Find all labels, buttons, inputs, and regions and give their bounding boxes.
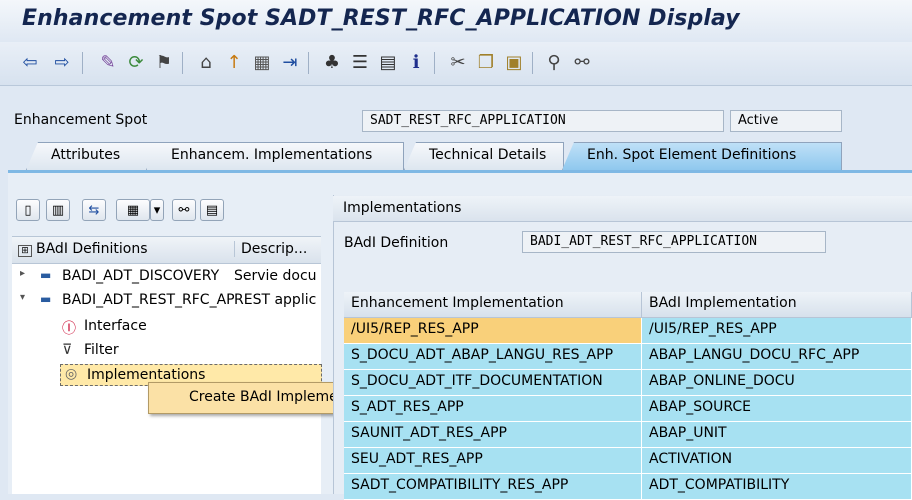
col-description[interactable]: Descrip...: [234, 241, 321, 257]
back-arrow-icon[interactable]: ⇦: [18, 52, 42, 74]
tree-item-desc: REST applic: [234, 292, 317, 308]
window-title-bar: Enhancement Spot SADT_REST_RFC_APPLICATI…: [0, 0, 912, 42]
layout-icon[interactable]: ☰: [348, 52, 372, 74]
cell-badi-implementation[interactable]: ABAP_SOURCE: [642, 396, 912, 422]
tree-item-label: Interface: [84, 318, 147, 334]
navigation-window-icon[interactable]: ▦: [250, 52, 274, 74]
toolbar-separator: [532, 52, 533, 74]
cell-badi-implementation[interactable]: /UI5/REP_RES_APP: [642, 318, 912, 344]
table-row[interactable]: SEU_ADT_RES_APP ACTIVATION: [344, 448, 912, 474]
table-row[interactable]: S_DOCU_ADT_ITF_DOCUMENTATION ABAP_ONLINE…: [344, 370, 912, 396]
tree-item-badi-discovery[interactable]: ▸ ▬ BADI_ADT_DISCOVERY Servie docu: [12, 266, 321, 288]
badi-definition-icon: ▬: [40, 292, 52, 306]
implementations-icon: ◎: [65, 366, 78, 382]
expand-arrow-icon[interactable]: ▸: [20, 268, 25, 279]
cell-badi-implementation[interactable]: ABAP_ONLINE_DOCU: [642, 370, 912, 396]
where-used-icon[interactable]: ⌂: [194, 52, 218, 74]
tree-item-interface[interactable]: Ⓘ Interface: [12, 316, 321, 338]
tree-item-label: BADI_ADT_DISCOVERY: [62, 268, 220, 284]
cell-badi-implementation[interactable]: ACTIVATION: [642, 448, 912, 474]
badi-definition-icon: ▬: [40, 268, 52, 282]
window-title: Enhancement Spot SADT_REST_RFC_APPLICATI…: [22, 6, 740, 31]
tree-item-label: BADI_ADT_REST_RFC_APPLICATION: [62, 292, 234, 308]
tree-item-label: Implementations: [87, 367, 206, 383]
tree-header: ⊞ BAdI Definitions Descrip...: [12, 236, 321, 264]
tree-item-badi-rest-rfc[interactable]: ▾ ▬ BADI_ADT_REST_RFC_APPLICATION REST a…: [12, 290, 321, 312]
table-row[interactable]: /UI5/REP_RES_APP /UI5/REP_RES_APP: [344, 318, 912, 344]
cell-enhancement-implementation[interactable]: /UI5/REP_RES_APP: [344, 318, 642, 344]
delete-icon[interactable]: ▥: [46, 199, 70, 221]
cell-badi-implementation[interactable]: ADT_COMPATIBILITY: [642, 474, 912, 500]
tab-label: Enh. Spot Element Definitions: [587, 147, 797, 163]
tab-technical-details[interactable]: Technical Details: [404, 142, 564, 170]
filter-icon: ⊽: [62, 342, 73, 358]
application-toolbar: ⇦ ⇨ ✎ ⟳ ⚑ ⌂ ↑ ▦ ⇥ ♣ ☰ ▤ ℹ ✂ ❐ ▣ ⚲ ⚯: [0, 42, 912, 86]
tab-label: Enhancem. Implementations: [171, 147, 373, 163]
object-list-icon[interactable]: ↑: [222, 52, 246, 74]
new-definition-icon[interactable]: ▯: [16, 199, 40, 221]
cell-enhancement-implementation[interactable]: S_DOCU_ADT_ITF_DOCUMENTATION: [344, 370, 642, 396]
tab-label: Attributes: [51, 147, 121, 163]
activate-icon[interactable]: ⚑: [152, 52, 176, 74]
grid-header-row: Enhancement Implementation BAdI Implemen…: [344, 292, 912, 318]
expand-icon[interactable]: ▦: [116, 199, 150, 221]
badi-definition-field[interactable]: BADI_ADT_REST_RFC_APPLICATION: [522, 231, 826, 253]
hierarchy-icon: ⊞: [18, 245, 32, 257]
other-object-icon[interactable]: ⟳: [124, 52, 148, 74]
cell-enhancement-implementation[interactable]: S_ADT_RES_APP: [344, 396, 642, 422]
cell-enhancement-implementation[interactable]: SEU_ADT_RES_APP: [344, 448, 642, 474]
find-icon[interactable]: ⚯: [172, 199, 196, 221]
layout-icon[interactable]: ▤: [200, 199, 224, 221]
table-row[interactable]: SAUNIT_ADT_RES_APP ABAP_UNIT: [344, 422, 912, 448]
cell-enhancement-implementation[interactable]: S_DOCU_ADT_ABAP_LANGU_RES_APP: [344, 344, 642, 370]
table-row[interactable]: S_DOCU_ADT_ABAP_LANGU_RES_APP ABAP_LANGU…: [344, 344, 912, 370]
enhancement-spot-label: Enhancement Spot: [14, 112, 148, 128]
interface-icon: Ⓘ: [62, 321, 76, 337]
enhancement-spot-field[interactable]: SADT_REST_RFC_APPLICATION: [362, 110, 724, 132]
header-form: Enhancement Spot SADT_REST_RFC_APPLICATI…: [0, 86, 912, 146]
cell-enhancement-implementation[interactable]: SADT_COMPATIBILITY_RES_APP: [344, 474, 642, 500]
tree-item-desc: Servie docu: [234, 268, 317, 284]
col-badi-implementation[interactable]: BAdI Implementation: [642, 292, 912, 318]
documentation-icon[interactable]: ▤: [376, 52, 400, 74]
info-icon[interactable]: ℹ: [404, 52, 428, 74]
toolbar-separator: [182, 52, 183, 74]
tab-label: Technical Details: [429, 147, 547, 163]
enhancement-icon[interactable]: ⇥: [278, 52, 302, 74]
paste-icon[interactable]: ▣: [502, 52, 526, 74]
toolbar-separator: [434, 52, 435, 74]
hierarchy-icon[interactable]: ♣: [320, 52, 344, 74]
copy-icon[interactable]: ❐: [474, 52, 498, 74]
toolbar-separator: [308, 52, 309, 74]
cell-badi-implementation[interactable]: ABAP_LANGU_DOCU_RFC_APP: [642, 344, 912, 370]
tab-strip: Attributes Enhancem. Implementations Tec…: [0, 142, 912, 172]
table-row[interactable]: S_ADT_RES_APP ABAP_SOURCE: [344, 396, 912, 422]
display-change-icon[interactable]: ✎: [96, 52, 120, 74]
find-next-icon[interactable]: ⚯: [570, 52, 594, 74]
badi-definition-label: BAdI Definition: [344, 235, 449, 251]
cut-icon[interactable]: ✂: [446, 52, 470, 74]
col-enhancement-implementation[interactable]: Enhancement Implementation: [344, 292, 642, 318]
tab-enh-spot-element-definitions[interactable]: Enh. Spot Element Definitions: [562, 142, 842, 170]
col-badi-definitions[interactable]: ⊞ BAdI Definitions: [18, 241, 238, 257]
panel-title: Implementations: [333, 196, 912, 222]
find-icon[interactable]: ⚲: [542, 52, 566, 74]
tree-item-filter[interactable]: ⊽ Filter: [12, 340, 321, 362]
forward-arrow-icon[interactable]: ⇨: [50, 52, 74, 74]
dropdown-arrow-icon[interactable]: ▾: [150, 199, 164, 221]
status-field: Active: [730, 110, 842, 132]
cell-enhancement-implementation[interactable]: SAUNIT_ADT_RES_APP: [344, 422, 642, 448]
move-icon[interactable]: ⇆: [82, 199, 106, 221]
toolbar-separator: [82, 52, 83, 74]
tree-item-label: Filter: [84, 342, 119, 358]
cell-badi-implementation[interactable]: ABAP_UNIT: [642, 422, 912, 448]
table-row[interactable]: SADT_COMPATIBILITY_RES_APP ADT_COMPATIBI…: [344, 474, 912, 500]
collapse-arrow-icon[interactable]: ▾: [20, 292, 25, 303]
tab-enhancement-implementations[interactable]: Enhancem. Implementations: [146, 142, 404, 170]
tab-attributes[interactable]: Attributes: [26, 142, 166, 170]
